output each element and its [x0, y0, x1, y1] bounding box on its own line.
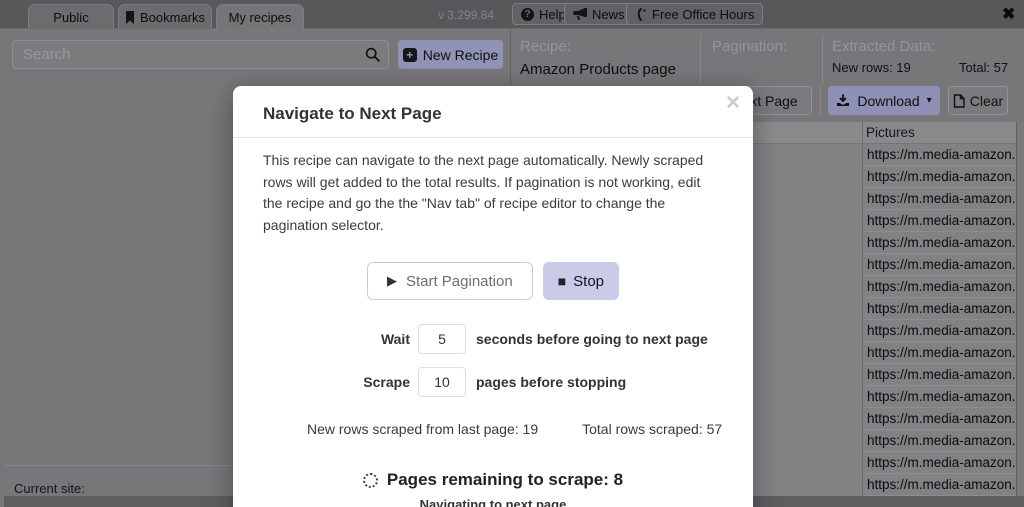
data-miner-extension-window: Public Bookmarks My recipes v 3.299.84 ?…: [0, 0, 1024, 507]
start-pagination-label: Start Pagination: [406, 273, 513, 290]
stop-square-icon: ■: [558, 273, 566, 289]
section-divider: [700, 34, 701, 84]
current-site-label: Current site:: [14, 481, 85, 496]
tab-public[interactable]: Public: [28, 4, 114, 29]
tab-bookmarks-label: Bookmarks: [140, 10, 205, 25]
top-tab-bar: Public Bookmarks My recipes v 3.299.84 ?…: [0, 0, 1024, 29]
pagination-section-label: Pagination:: [712, 38, 787, 55]
table-row[interactable]: https://m.media-amazon.co: [863, 364, 1016, 386]
stop-button[interactable]: ■ Stop: [543, 262, 619, 300]
search-icon: [365, 47, 380, 62]
wait-row: Wait seconds before going to next page: [263, 324, 723, 354]
free-office-hours-label: Free Office Hours: [652, 7, 754, 22]
navigation-status-label: Navigating to next page: [263, 497, 723, 507]
wait-seconds-input[interactable]: [418, 324, 466, 354]
download-label: Download: [857, 93, 919, 109]
free-office-hours-button[interactable]: Free Office Hours: [626, 3, 763, 25]
new-recipe-button[interactable]: + New Recipe: [398, 40, 503, 69]
tab-my-recipes[interactable]: My recipes: [216, 4, 304, 29]
wait-suffix-label: seconds before going to next page: [466, 331, 723, 347]
new-rows-scraped-stat: New rows scraped from last page: 19: [307, 421, 538, 437]
table-row[interactable]: https://m.media-amazon.co: [863, 232, 1016, 254]
bookmark-icon: [125, 11, 135, 24]
play-icon: ▶: [387, 273, 397, 289]
tab-bookmarks[interactable]: Bookmarks: [118, 4, 212, 29]
scrape-stats-row: New rows scraped from last page: 19 Tota…: [263, 421, 723, 437]
pages-remaining-row: Pages remaining to scrape: 8: [263, 470, 723, 490]
help-label: Help: [539, 7, 566, 22]
table-row[interactable]: https://m.media-amazon.co: [863, 430, 1016, 452]
table-row[interactable]: https://m.media-amazon.co: [863, 144, 1016, 166]
stop-label: Stop: [573, 273, 604, 290]
clear-label: Clear: [970, 93, 1003, 109]
recipe-name: Amazon Products page: [520, 61, 676, 78]
table-row[interactable]: https://m.media-amazon.co: [863, 254, 1016, 276]
scrape-suffix-label: pages before stopping: [466, 374, 723, 390]
close-icon[interactable]: ✖: [1002, 4, 1015, 24]
new-recipe-label: New Recipe: [423, 47, 498, 63]
new-rows-count: New rows: 19: [832, 60, 911, 75]
modal-close-icon[interactable]: ✕: [725, 92, 741, 115]
table-row[interactable]: https://m.media-amazon.co: [863, 452, 1016, 474]
tab-my-recipes-label: My recipes: [229, 10, 292, 25]
start-pagination-button[interactable]: ▶ Start Pagination: [367, 262, 533, 300]
download-button[interactable]: Download ▾: [828, 86, 940, 115]
clear-button[interactable]: Clear: [948, 86, 1008, 115]
loading-spinner-icon: [363, 473, 378, 488]
total-rows-scraped-stat: Total rows scraped: 57: [582, 421, 722, 437]
vertical-scrollbar[interactable]: [1016, 122, 1024, 496]
chevron-down-icon: ▾: [927, 95, 932, 106]
phone-icon: [635, 8, 647, 21]
navigate-next-page-modal: Navigate to Next Page ✕ This recipe can …: [233, 86, 753, 507]
table-row[interactable]: https://m.media-amazon.co: [863, 188, 1016, 210]
pagination-buttons-row: ▶ Start Pagination ■ Stop: [263, 262, 723, 300]
search-input[interactable]: [12, 40, 357, 69]
megaphone-icon: [573, 8, 587, 20]
download-icon: [836, 94, 850, 108]
plus-icon: +: [403, 48, 417, 62]
total-count: Total: 57: [959, 60, 1008, 75]
question-mark-icon: ?: [521, 8, 534, 21]
news-button[interactable]: News: [564, 3, 634, 25]
document-icon: [953, 94, 965, 108]
scrape-row: Scrape pages before stopping: [263, 367, 723, 397]
table-row[interactable]: https://m.media-amazon.co: [863, 276, 1016, 298]
tab-public-label: Public: [53, 10, 88, 25]
extracted-data-section-label: Extracted Data:: [832, 38, 935, 55]
button-divider: [820, 86, 821, 115]
table-row[interactable]: https://m.media-amazon.co: [863, 408, 1016, 430]
table-row[interactable]: https://m.media-amazon.co: [863, 210, 1016, 232]
search-button[interactable]: [356, 40, 389, 69]
scrape-label: Scrape: [263, 374, 418, 390]
pictures-column-rows: https://m.media-amazon.cohttps://m.media…: [863, 144, 1016, 496]
pages-remaining-label: Pages remaining to scrape: 8: [387, 470, 623, 490]
table-row[interactable]: https://m.media-amazon.co: [863, 166, 1016, 188]
table-row[interactable]: https://m.media-amazon.co: [863, 298, 1016, 320]
recipe-section-label: Recipe:: [520, 38, 571, 55]
news-label: News: [592, 7, 625, 22]
table-row[interactable]: https://m.media-amazon.co: [863, 474, 1016, 496]
wait-label: Wait: [263, 331, 418, 347]
modal-title: Navigate to Next Page: [263, 100, 723, 124]
modal-divider: [233, 137, 753, 138]
modal-description: This recipe can navigate to the next pag…: [263, 150, 723, 236]
pictures-column-header: Pictures: [866, 125, 915, 140]
table-row[interactable]: https://m.media-amazon.co: [863, 320, 1016, 342]
table-row[interactable]: https://m.media-amazon.co: [863, 386, 1016, 408]
version-text: v 3.299.84: [438, 8, 494, 22]
table-row[interactable]: https://m.media-amazon.co: [863, 342, 1016, 364]
scrape-pages-input[interactable]: [418, 367, 466, 397]
section-divider: [822, 34, 823, 84]
